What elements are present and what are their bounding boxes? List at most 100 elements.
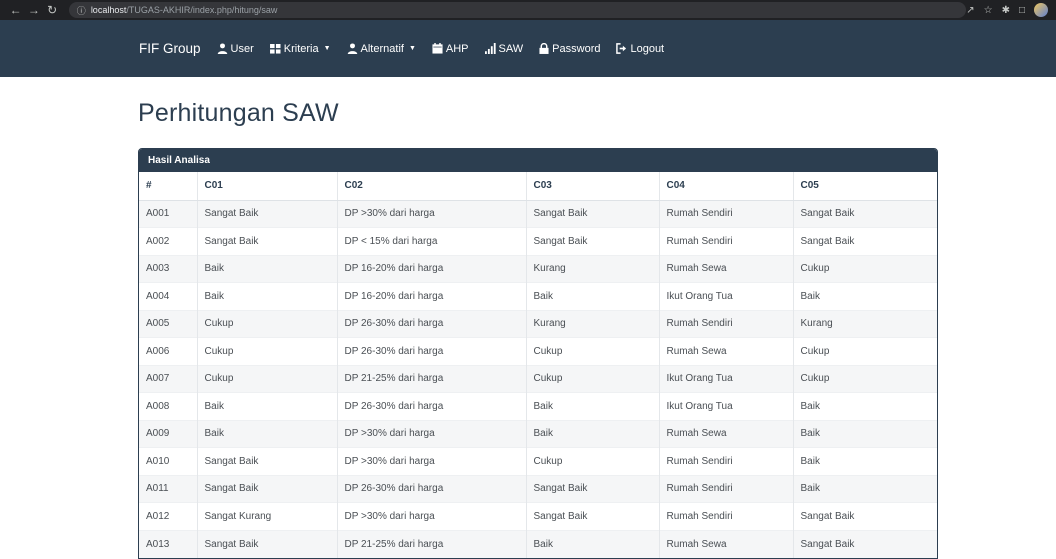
nav-ahp-label: AHP xyxy=(445,42,469,55)
column-header: # xyxy=(139,172,198,201)
table-row: A012 Sangat Kurang DP >30% dari harga Sanga… xyxy=(139,502,937,530)
table-row: A009 Baik DP >30% dari harga Baik Rumah Sewa… xyxy=(139,419,937,448)
extensions-icon[interactable]: ✱ xyxy=(1002,5,1010,16)
table-cell: DP 16-20% dari harga xyxy=(337,282,527,310)
table-cell: Cukup xyxy=(197,337,338,365)
table-cell: DP 16-20% dari harga xyxy=(337,254,527,283)
row-id-cell: A007 xyxy=(139,364,198,393)
brand-link[interactable]: FIF Group xyxy=(139,41,201,56)
table-row: A002 Sangat Baik DP < 15% dari harga Sangat… xyxy=(139,227,937,255)
caret-down-icon: ▼ xyxy=(323,45,331,52)
table-row: A001 Sangat Baik DP >30% dari harga Sangat … xyxy=(139,199,937,228)
table-cell: Baik xyxy=(793,282,937,310)
user-icon xyxy=(217,43,227,54)
nav-alternatif[interactable]: Alternatif ▼ xyxy=(347,43,416,55)
main-content: Perhitungan SAW Hasil Analisa # C01 C02 … xyxy=(138,77,938,559)
table-cell: DP 26-30% dari harga xyxy=(337,392,527,420)
table-cell: Sangat Baik xyxy=(197,474,338,503)
table-row: A004 Baik DP 16-20% dari harga Baik Ikut Ora… xyxy=(139,282,937,310)
table-cell: Rumah Sendiri xyxy=(659,474,794,503)
url-host: localhost xyxy=(90,5,127,15)
table-cell: Sangat Baik xyxy=(197,447,338,475)
nav-alternatif-label: Alternatif xyxy=(360,42,404,55)
table-cell: DP >30% dari harga xyxy=(337,419,527,448)
profile-avatar[interactable] xyxy=(1034,3,1048,17)
table-cell: Ikut Orang Tua xyxy=(659,282,794,310)
table-cell: Baik xyxy=(197,254,338,283)
table-cell: Baik xyxy=(793,447,937,475)
table-header-row: # C01 C02 C03 C04 C05 xyxy=(139,172,937,201)
table-cell: Cukup xyxy=(793,337,937,365)
table-cell: Cukup xyxy=(526,364,660,393)
table-cell: Baik xyxy=(197,419,338,448)
table-cell: Sangat Baik xyxy=(793,199,937,228)
table-cell: Sangat Baik xyxy=(793,227,937,255)
table-cell: DP >30% dari harga xyxy=(337,199,527,228)
column-header: C05 xyxy=(793,172,937,201)
calendar-icon xyxy=(432,43,443,54)
nav-saw-label: SAW xyxy=(498,42,524,55)
row-id-cell: A002 xyxy=(139,227,198,255)
table-cell: Kurang xyxy=(526,309,660,338)
table-body: A001 Sangat Baik DP >30% dari harga Sangat … xyxy=(139,199,937,558)
row-id-cell: A013 xyxy=(139,529,198,558)
table-cell: Rumah Sewa xyxy=(659,254,794,283)
row-id-cell: A008 xyxy=(139,392,198,420)
table-row: A013 Sangat Baik DP 21-25% dari harga Baik R… xyxy=(139,529,937,558)
table-cell: Rumah Sendiri xyxy=(659,227,794,255)
table-row: A010 Sangat Baik DP >30% dari harga Cukup Ru… xyxy=(139,447,937,475)
table-cell: Sangat Kurang xyxy=(197,502,338,530)
table-cell: Baik xyxy=(526,529,660,558)
table-cell: Cukup xyxy=(793,254,937,283)
reload-icon[interactable]: ↻ xyxy=(45,0,60,20)
nav-kriteria[interactable]: Kriteria ▼ xyxy=(269,43,331,55)
user-icon xyxy=(347,43,357,54)
table-cell: Sangat Baik xyxy=(197,199,338,228)
table-cell: Baik xyxy=(197,282,338,310)
results-table: # C01 C02 C03 C04 C05 A001 Sangat Baik DP … xyxy=(139,172,937,558)
table-cell: Sangat Baik xyxy=(526,199,660,228)
back-icon[interactable]: ← xyxy=(8,0,23,20)
column-header: C02 xyxy=(337,172,527,201)
table-cell: Sangat Baik xyxy=(526,227,660,255)
table-cell: DP 26-30% dari harga xyxy=(337,337,527,365)
table-row: A007 Cukup DP 21-25% dari harga Cukup Ikut O… xyxy=(139,364,937,393)
table-cell: Sangat Baik xyxy=(526,474,660,503)
row-id-cell: A005 xyxy=(139,309,198,338)
table-cell: Rumah Sendiri xyxy=(659,309,794,338)
table-cell: Baik xyxy=(793,474,937,503)
table-cell: Baik xyxy=(197,392,338,420)
nav-saw[interactable]: SAW xyxy=(484,42,524,55)
table-cell: Kurang xyxy=(526,254,660,283)
panel-heading: Hasil Analisa xyxy=(139,149,937,172)
nav-password-label: Password xyxy=(552,42,601,55)
nav-password[interactable]: Password xyxy=(539,43,600,55)
row-id-cell: A011 xyxy=(139,474,198,503)
site-info-icon[interactable]: ⓘ xyxy=(77,4,86,17)
address-bar[interactable]: ⓘ localhost/TUGAS-AKHIR/index.php/hitung… xyxy=(68,2,967,18)
row-id-cell: A001 xyxy=(139,199,198,228)
sidepanel-icon[interactable]: □ xyxy=(1019,5,1025,16)
page-title: Perhitungan SAW xyxy=(138,99,339,127)
share-icon[interactable]: ↗ xyxy=(966,5,974,16)
column-header: C01 xyxy=(197,172,338,201)
nav-ahp[interactable]: AHP xyxy=(432,43,469,55)
nav-logout[interactable]: Logout xyxy=(616,43,664,55)
table-row: A011 Sangat Baik DP 26-30% dari harga Sanga… xyxy=(139,474,937,503)
forward-icon[interactable]: → xyxy=(26,0,41,20)
bookmark-star-icon[interactable]: ☆ xyxy=(984,5,993,16)
main-navbar: FIF Group User Kriteria ▼ Alternatif ▼ A… xyxy=(0,20,1056,77)
table-cell: Kurang xyxy=(793,309,937,338)
table-cell: DP 26-30% dari harga xyxy=(337,474,527,503)
nav-user[interactable]: User xyxy=(217,43,254,55)
table-row: A003 Baik DP 16-20% dari harga Kurang Rumah … xyxy=(139,254,937,283)
row-id-cell: A012 xyxy=(139,502,198,530)
table-row: A006 Cukup DP 26-30% dari harga Cukup Rumah … xyxy=(139,337,937,365)
column-header: C04 xyxy=(659,172,794,201)
column-header: C03 xyxy=(526,172,660,201)
table-cell: Sangat Baik xyxy=(197,227,338,255)
row-id-cell: A004 xyxy=(139,282,198,310)
row-id-cell: A009 xyxy=(139,419,198,448)
table-cell: Rumah Sendiri xyxy=(659,447,794,475)
table-cell: Sangat Baik xyxy=(793,502,937,530)
